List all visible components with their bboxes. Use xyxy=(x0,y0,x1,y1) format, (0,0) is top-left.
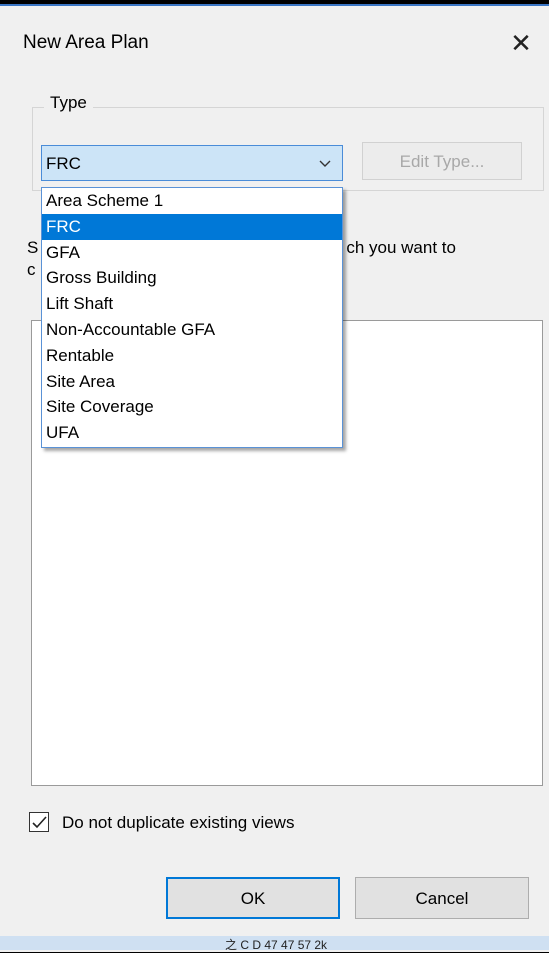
dropdown-option[interactable]: Gross Building xyxy=(42,265,342,291)
type-combobox-value: FRC xyxy=(46,154,81,173)
dropdown-option-selected[interactable]: FRC xyxy=(42,213,342,240)
edit-type-button[interactable]: Edit Type... xyxy=(362,142,522,180)
type-legend: Type xyxy=(44,93,93,113)
dropdown-option[interactable]: UFA xyxy=(42,420,342,446)
chevron-down-icon xyxy=(319,160,331,167)
duplicate-views-label: Do not duplicate existing views xyxy=(62,813,295,832)
dialog-title: New Area Plan xyxy=(23,32,149,53)
close-icon[interactable]: ✕ xyxy=(506,28,536,58)
dropdown-option[interactable]: Site Coverage xyxy=(42,394,342,420)
type-dropdown-list[interactable]: Area Scheme 1 FRC GFA Gross Building Lif… xyxy=(41,187,343,448)
dropdown-option[interactable]: GFA xyxy=(42,240,342,266)
dropdown-option[interactable]: Non-Accountable GFA xyxy=(42,317,342,343)
description-left: S xyxy=(27,238,39,257)
dropdown-option[interactable]: Rentable xyxy=(42,343,342,369)
type-combobox[interactable]: FRC xyxy=(41,145,343,181)
description-line2: c xyxy=(27,260,36,279)
dropdown-option[interactable]: Area Scheme 1 xyxy=(42,188,342,214)
description-right: ch you want to xyxy=(346,238,456,257)
dropdown-option[interactable]: Site Area xyxy=(42,369,342,395)
new-area-plan-dialog: New Area Plan ✕ Type FRC Edit Type... Sc… xyxy=(0,4,549,952)
dropdown-option[interactable]: Lift Shaft xyxy=(42,291,342,317)
duplicate-views-checkbox[interactable] xyxy=(29,812,49,832)
background-window-text: 之 C D 47 47 57 2k xyxy=(225,938,328,952)
checkmark-icon xyxy=(32,816,47,829)
cancel-button[interactable]: Cancel xyxy=(355,877,529,919)
ok-button[interactable]: OK xyxy=(166,877,340,919)
